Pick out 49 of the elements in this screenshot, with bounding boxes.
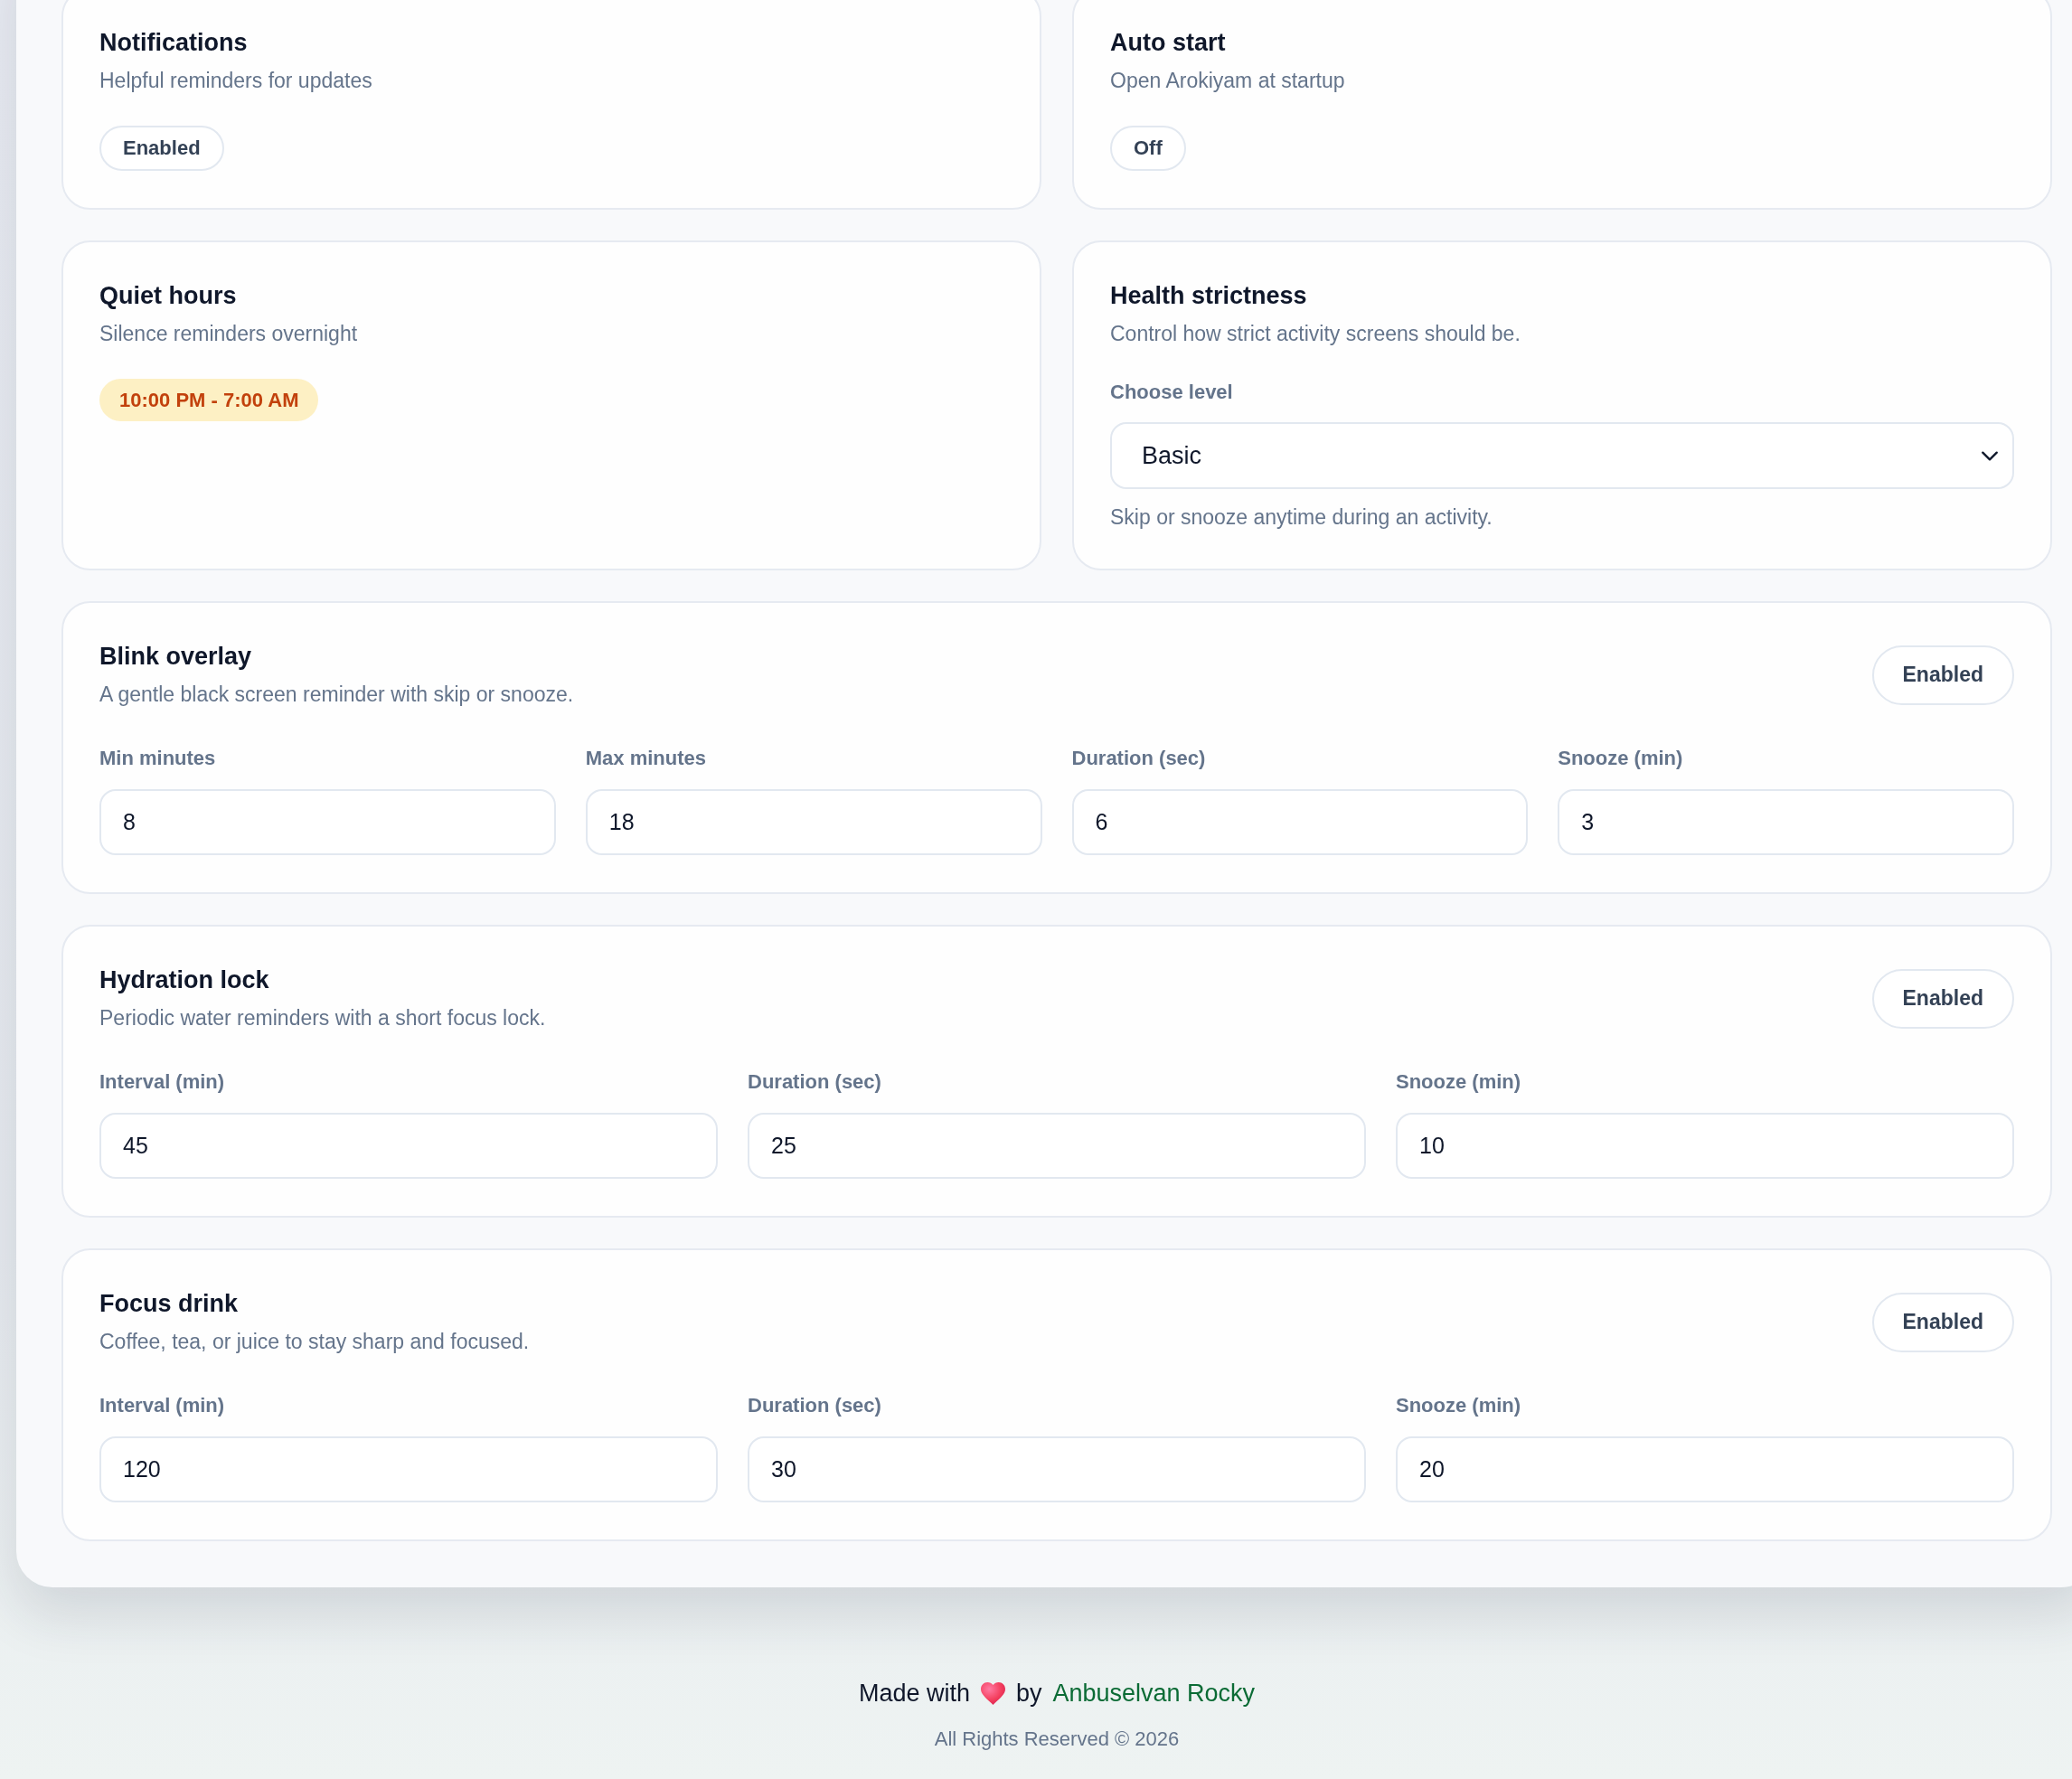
field-label: Choose level — [1110, 380, 1234, 405]
field-label: Interval (min) — [99, 1069, 226, 1095]
input-field[interactable]: 120 — [99, 1436, 718, 1502]
copyright-text: All Rights Reserved © 2026 — [934, 1727, 1180, 1752]
field-label: Snooze (min) — [1396, 1069, 1522, 1095]
helper-text: Skip or snooze anytime during an activity. — [1110, 504, 1493, 531]
status-toggle-button[interactable]: Enabled — [1871, 968, 2014, 1029]
card-title: Hydration lock — [99, 965, 270, 995]
field-label: Duration (sec) — [1071, 746, 1207, 771]
card-title: Health strictness — [1110, 281, 1307, 311]
card-description: Coffee, tea, or juice to stay sharp and focused. — [99, 1329, 530, 1355]
field-label: Snooze (min) — [1558, 746, 1684, 771]
input-field[interactable]: 6 — [1071, 789, 1529, 855]
footer-text: Made with — [858, 1679, 970, 1708]
card-description: Helpful reminders for updates — [99, 68, 372, 94]
input-field[interactable]: 25 — [748, 1113, 1366, 1179]
field-label: Duration (sec) — [748, 1069, 882, 1095]
input-field[interactable]: 10 — [1396, 1113, 2014, 1179]
time-range-badge: 10:00 PM - 7:00 AM — [99, 379, 319, 421]
level-select[interactable]: Basic — [1110, 422, 2014, 489]
input-field[interactable]: 30 — [748, 1436, 1366, 1502]
input-field[interactable]: 3 — [1558, 789, 2014, 855]
status-pill-button[interactable]: Off — [1110, 126, 1186, 171]
card-title: Notifications — [99, 28, 248, 58]
chevron-down-icon — [1982, 450, 1998, 461]
heart-icon — [980, 1681, 1005, 1705]
card-title: Blink overlay — [99, 642, 253, 672]
field-label: Max minutes — [585, 746, 707, 771]
field-label: Snooze (min) — [1396, 1393, 1522, 1418]
field-label: Interval (min) — [99, 1393, 226, 1418]
footer-text: by — [1015, 1679, 1042, 1708]
field-label: Min minutes — [99, 746, 217, 771]
input-field[interactable]: 45 — [99, 1113, 718, 1179]
card-description: Open Arokiyam at startup — [1110, 68, 1345, 94]
card-description: A gentle black screen reminder with skip or snooze. — [99, 682, 574, 708]
input-field[interactable]: 20 — [1396, 1436, 2014, 1502]
card-title: Quiet hours — [99, 281, 237, 311]
card-title: Auto start — [1110, 28, 1226, 58]
author-link[interactable]: Anbuselvan Rocky — [1052, 1677, 1256, 1709]
input-field[interactable]: 8 — [99, 789, 556, 855]
card-description: Silence reminders overnight — [99, 321, 358, 347]
card-description: Periodic water reminders with a short focus lock. — [99, 1005, 546, 1031]
card-description: Control how strict activity screens should be. — [1110, 321, 1521, 347]
card-title: Focus drink — [99, 1289, 240, 1319]
status-toggle-button[interactable]: Enabled — [1871, 1292, 2014, 1352]
status-toggle-button[interactable]: Enabled — [1871, 645, 2014, 705]
field-label: Duration (sec) — [748, 1393, 882, 1418]
status-pill-button[interactable]: Enabled — [99, 126, 224, 171]
input-field[interactable]: 18 — [585, 789, 1042, 855]
